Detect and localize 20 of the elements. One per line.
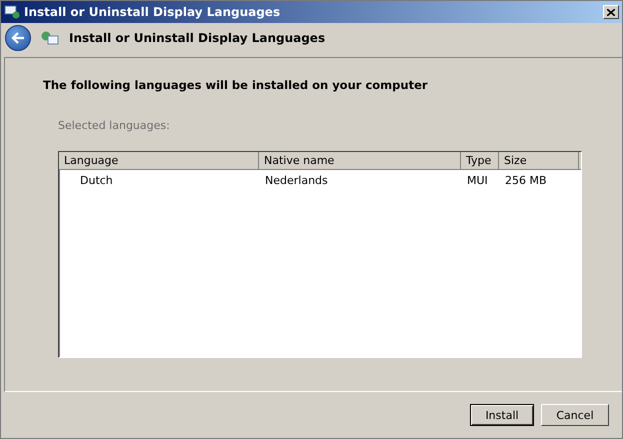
back-arrow-icon (11, 32, 25, 44)
instruction-heading: The following languages will be installed on your computer (43, 78, 429, 92)
close-button[interactable] (603, 5, 619, 19)
table-cell-text: 256 MB (504, 174, 548, 186)
table-cell-text: Dutch (79, 174, 114, 186)
list-label: Selected languages: (58, 119, 171, 132)
language-icon (41, 30, 59, 46)
table-cell-text: MUI (466, 174, 489, 186)
column-header[interactable]: Type (461, 152, 499, 170)
language-icon (4, 4, 20, 20)
install-button[interactable]: Install (470, 404, 534, 426)
page-title: Install or Uninstall Display Languages (69, 31, 326, 45)
column-header[interactable]: Size (499, 152, 579, 170)
cancel-button[interactable]: Cancel (541, 404, 609, 426)
column-header[interactable]: Native name (259, 152, 461, 170)
column-header[interactable]: Language (59, 152, 259, 170)
back-button[interactable] (5, 25, 31, 51)
close-icon (607, 8, 615, 16)
window-title: Install or Uninstall Display Languages (24, 5, 282, 19)
table-cell-text: Nederlands (264, 174, 329, 186)
